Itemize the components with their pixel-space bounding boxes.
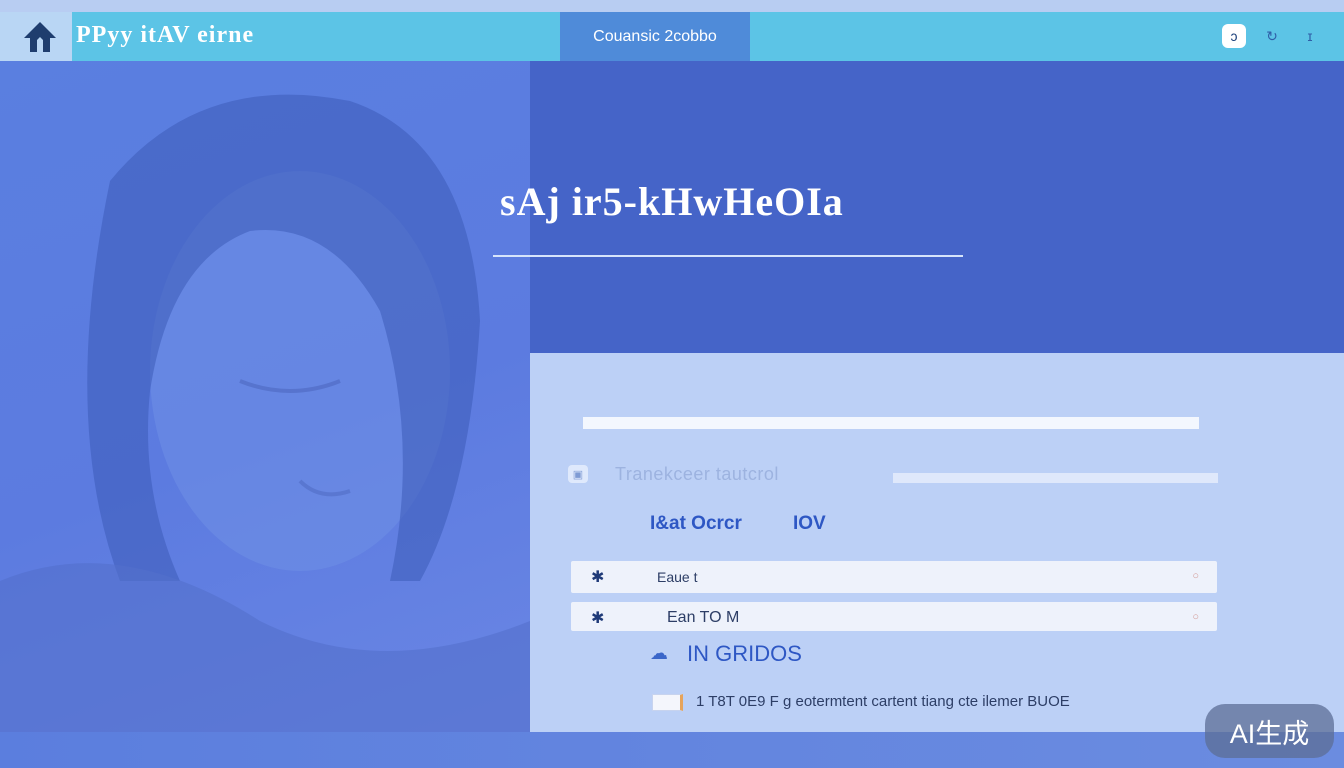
- tab-active[interactable]: Couansic 2cobbo: [560, 12, 750, 61]
- filter-bar[interactable]: [893, 473, 1218, 483]
- ai-generated-badge: AI生成: [1205, 704, 1334, 758]
- toggle-icon[interactable]: ↄ: [1222, 24, 1246, 48]
- star-icon: ✱: [591, 610, 605, 627]
- app-title: PPyy itAV eirne: [76, 22, 255, 48]
- iov-link[interactable]: IOV: [793, 513, 826, 535]
- search-bar[interactable]: [583, 417, 1199, 429]
- logo[interactable]: [0, 12, 72, 61]
- refresh-icon[interactable]: ↻: [1260, 24, 1284, 48]
- star-icon: ✱: [591, 569, 605, 586]
- list-item-label: Eaue t: [657, 569, 698, 585]
- hero-photo: [0, 61, 530, 732]
- list-item-label: Ean TO M: [667, 609, 740, 626]
- hero-title: sAj ir5-kHwHeOIa: [500, 179, 844, 224]
- list-item[interactable]: ✱ Ean TO M ○: [571, 602, 1217, 631]
- app-header: PPyy itAV eirne Couansic 2cobbo ↄ ↻ ɪ: [0, 12, 1344, 61]
- list-item[interactable]: ✱ Eaue t ○: [571, 561, 1217, 593]
- section-title: IN GRIDOS: [687, 641, 802, 666]
- cloud-icon: ☁: [650, 643, 668, 663]
- hero-divider: [493, 255, 963, 257]
- content-panel: [530, 353, 1344, 732]
- header-icons: ↄ ↻ ɪ: [1222, 24, 1322, 48]
- bottom-band: [0, 732, 1344, 768]
- close-icon[interactable]: ɪ: [1298, 24, 1322, 48]
- top-strip: [0, 0, 1344, 12]
- order-link[interactable]: I&at Ocrcr: [650, 513, 742, 535]
- up-arrow-logo-icon: [24, 22, 56, 52]
- status-dot-icon: ○: [1192, 570, 1199, 582]
- footer-text: 1 T8T 0E9 F g eotermtent cartent tiang c…: [696, 693, 1070, 710]
- subheading: Tranekceer tautcrol: [615, 464, 779, 484]
- status-dot-icon: ○: [1192, 611, 1199, 623]
- document-icon: ▣: [568, 465, 588, 483]
- checkbox[interactable]: [652, 694, 683, 711]
- portrait-image: [0, 94, 530, 732]
